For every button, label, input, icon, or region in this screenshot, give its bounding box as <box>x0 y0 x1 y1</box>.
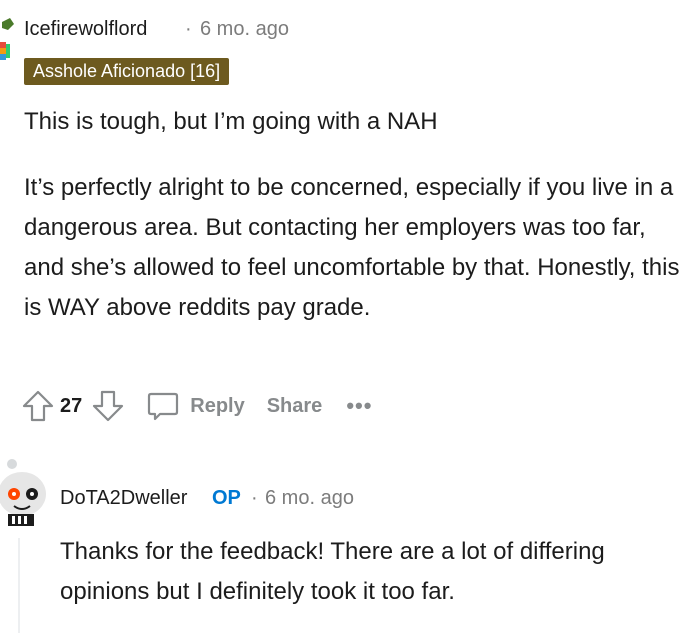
thread-line[interactable] <box>18 538 20 633</box>
more-dots-icon[interactable]: ••• <box>346 393 372 419</box>
chat-bubble-icon <box>146 389 180 423</box>
comment-paragraph: It’s perfectly alright to be concerned, … <box>24 174 680 321</box>
user-flair: Asshole Aficionado [16] <box>24 58 230 85</box>
reply-body: Thanks for the feedback! There are a lot… <box>60 538 605 605</box>
comment-timestamp[interactable]: 6 mo. ago <box>200 18 289 41</box>
separator-dot: · <box>251 487 258 509</box>
op-badge: OP <box>212 487 241 509</box>
comment-action-bar: 27 Reply Share ••• <box>20 386 372 426</box>
reply-timestamp[interactable]: 6 mo. ago <box>265 487 354 510</box>
reply-label: Reply <box>190 394 245 417</box>
downvote-arrow-icon[interactable] <box>90 388 126 424</box>
avatar[interactable] <box>0 458 48 526</box>
vote-count: 27 <box>60 394 83 417</box>
share-button[interactable]: Share <box>267 395 323 418</box>
separator-dot: · <box>185 18 192 40</box>
comment-username[interactable]: Icefirewolflord <box>24 18 147 41</box>
reply-button[interactable]: Reply <box>146 389 245 423</box>
avatar[interactable] <box>0 14 16 66</box>
comment-paragraph: This is tough, but I’m going with a NAH <box>24 108 438 135</box>
upvote-arrow-icon[interactable] <box>20 388 56 424</box>
reply-username[interactable]: DoTA2Dweller <box>60 487 187 510</box>
